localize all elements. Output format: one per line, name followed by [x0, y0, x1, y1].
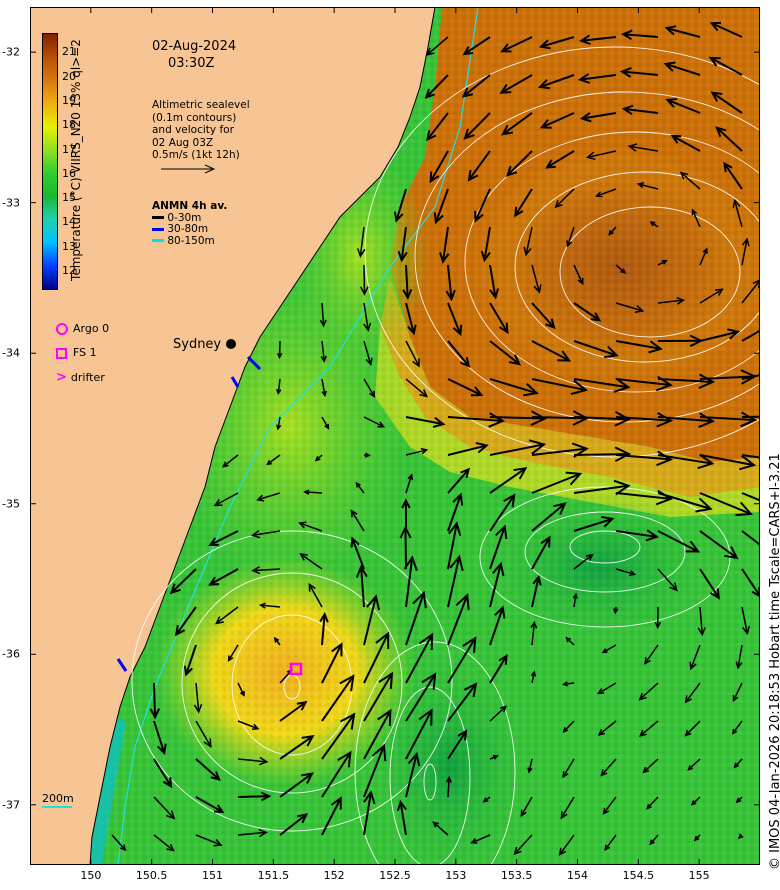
velocity-arrow: [404, 527, 407, 570]
y-tick-label: -37: [2, 798, 20, 812]
argo-circle-icon: [56, 323, 68, 335]
x-tick-label: 154: [567, 869, 588, 882]
anmn-label: 0-30m: [167, 211, 202, 224]
legend-item-argo: Argo 0: [56, 322, 109, 346]
legend-label: drifter: [70, 371, 105, 384]
drifter-chevron-icon: >: [56, 370, 67, 385]
sealevel-note-line: 02 Aug 03Z: [152, 136, 214, 149]
platform-legend: Argo 0 FS 1 > drifter: [56, 322, 109, 385]
y-tick-label: -36: [2, 647, 20, 661]
anmn-swatch: [152, 239, 164, 242]
sydney-marker: [226, 339, 236, 349]
anmn-item: 80-150m: [152, 234, 227, 248]
legend-label: Argo 0: [73, 322, 110, 335]
map-canvas: [30, 7, 760, 865]
colorbar-gradient: [43, 34, 57, 289]
x-tick-label: 150.5: [135, 869, 168, 882]
x-tick-label: 153: [445, 869, 467, 882]
map-date: 02-Aug-2024: [152, 39, 237, 54]
scale-arrow-icon: [161, 164, 216, 174]
legend-label: FS 1: [73, 346, 97, 359]
y-tick-label: -34: [2, 346, 20, 360]
x-tick-label: 154.5: [622, 869, 655, 882]
anmn-legend: ANMN 4h av. 0-30m 30-80m 80-150m: [152, 200, 227, 248]
x-tick-label: 151.5: [257, 869, 290, 882]
imos-footer: © IMOS 04-Jan-2026 20:18:53 Hobart time …: [768, 453, 780, 870]
isobath-label: 200m: [42, 792, 74, 805]
sealevel-note-line: and velocity for: [152, 124, 234, 136]
velocity-arrow: [237, 795, 270, 798]
sealevel-note-line: (0.1m contours): [152, 111, 237, 124]
sealevel-note: Altimetric sealevel (0.1m contours) and …: [152, 99, 250, 162]
sst-map: 21 20 19 18 17 16 15 14 13 12 02-Aug-2024 03:30Z …: [30, 7, 760, 865]
x-tick-label: 152: [323, 869, 345, 882]
y-tick-label: -33: [2, 196, 20, 210]
anmn-label: 80-150m: [167, 234, 215, 247]
velocity-arrow: [741, 415, 760, 418]
sealevel-note-line: Altimetric sealevel: [152, 99, 250, 111]
fs-square-icon: [56, 347, 67, 359]
colorbar-title: Temperature (°C) VIIRS_N20 13% ql>=2: [69, 39, 83, 281]
colorbar: [42, 33, 58, 290]
map-time: 03:30Z: [168, 56, 215, 71]
isobath-label-line: [42, 806, 72, 808]
sealevel-note-line: 0.5m/s (1kt 12h): [152, 149, 240, 161]
velocity-arrow: [153, 682, 157, 718]
legend-item-fs: FS 1: [56, 346, 109, 370]
x-tick-label: 150: [80, 869, 102, 882]
x-tick-label: 152.5: [379, 869, 411, 882]
y-tick-label: -35: [2, 497, 20, 511]
place-label-sydney: Sydney: [173, 337, 222, 352]
legend-item-drifter: > drifter: [56, 370, 109, 385]
x-tick-label: 151: [202, 869, 223, 882]
anmn-label: 30-80m: [167, 223, 209, 235]
x-tick-label: 155: [688, 869, 710, 882]
anmn-swatch: [152, 216, 164, 219]
anmn-swatch: [152, 227, 164, 231]
x-tick-label: 153.5: [500, 869, 533, 882]
y-tick-label: -32: [2, 45, 20, 59]
